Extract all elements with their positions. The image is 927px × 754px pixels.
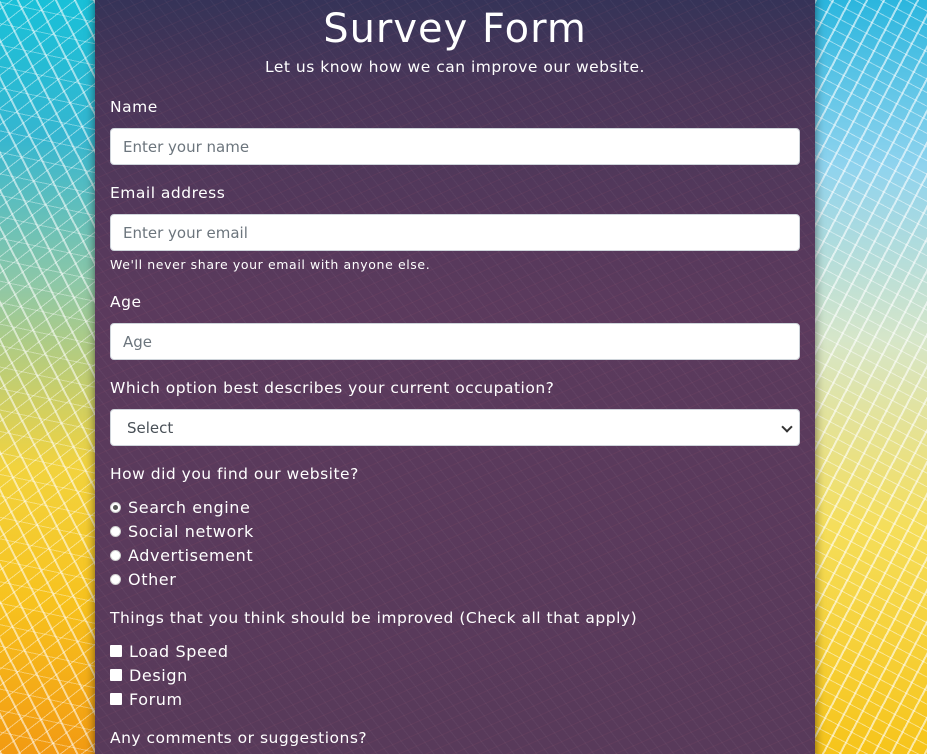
radio-button-selected-icon[interactable] [110,501,121,513]
chevron-down-icon [781,421,793,433]
improvements-question: Things that you think should be improved… [110,609,638,627]
checkbox-option-label: Forum [129,689,183,709]
checkbox-option-design[interactable]: Design [110,664,188,686]
radio-option-social-network[interactable]: Social network [110,520,254,542]
comments-label: Any comments or suggestions? [110,729,368,747]
email-help-text: We'll never share your email with anyone… [110,257,431,272]
age-label: Age [110,293,142,311]
age-input[interactable] [110,323,800,360]
radio-option-label: Social network [128,521,254,541]
name-label: Name [110,98,158,116]
checkbox-icon[interactable] [110,645,122,657]
checkbox-icon[interactable] [110,669,122,681]
occupation-select-value: Select [127,419,174,437]
checkbox-icon[interactable] [110,693,122,705]
radio-button-icon[interactable] [110,573,121,585]
radio-option-label: Other [128,569,177,589]
radio-option-advertisement[interactable]: Advertisement [110,544,253,566]
radio-option-label: Advertisement [128,545,254,565]
checkbox-option-forum[interactable]: Forum [110,688,183,710]
name-input[interactable] [110,128,800,165]
occupation-label: Which option best describes your current… [110,379,555,397]
checkbox-option-label: Design [129,665,188,685]
radio-button-icon[interactable] [110,525,121,537]
checkbox-option-label: Load Speed [129,641,229,661]
survey-form-card: Survey Form Let us know how we can impro… [95,0,815,754]
find-website-question: How did you find our website? [110,465,359,483]
radio-option-other[interactable]: Other [110,568,176,590]
background-art-right [815,0,927,754]
page-title: Survey Form [323,6,587,52]
page-subtitle: Let us know how we can improve our websi… [265,58,645,76]
occupation-select[interactable]: Select [110,409,800,446]
radio-option-label: Search engine [128,497,251,517]
radio-option-search-engine[interactable]: Search engine [110,496,250,518]
checkbox-option-load-speed[interactable]: Load Speed [110,640,229,662]
email-label: Email address [110,184,226,202]
email-input[interactable] [110,214,800,251]
radio-button-icon[interactable] [110,549,121,561]
